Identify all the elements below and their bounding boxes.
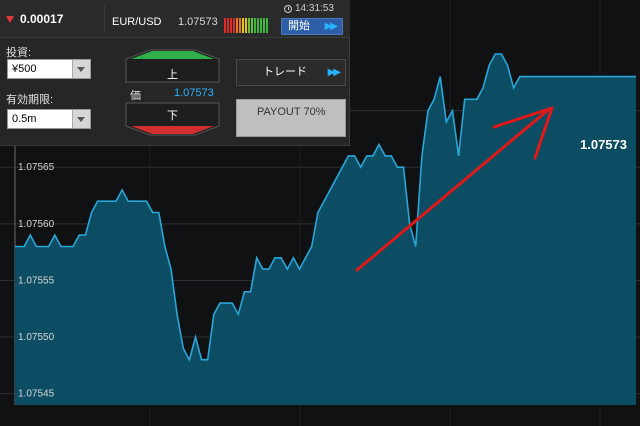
current-price-label: 1.07573 <box>580 137 627 152</box>
strength-bar <box>260 18 262 33</box>
down-button[interactable]: 下 <box>124 102 221 136</box>
strength-bar <box>242 18 244 33</box>
strength-bar <box>230 18 232 33</box>
strength-bar <box>227 18 229 33</box>
strength-bar <box>251 18 253 33</box>
y-tick-label: 1.07560 <box>18 219 55 230</box>
strength-bar <box>236 18 238 33</box>
strength-bar <box>245 18 247 33</box>
price-label: 価 <box>130 90 141 102</box>
currency-pair[interactable]: EUR/USD <box>112 16 162 28</box>
strength-bar <box>263 18 265 33</box>
clock-icon <box>284 4 292 13</box>
strength-bar <box>224 18 226 33</box>
strength-bar <box>248 18 250 33</box>
chevron-down-icon[interactable] <box>72 110 90 128</box>
y-tick-label: 1.07545 <box>18 389 55 400</box>
current-rate: 1.07573 <box>178 16 218 28</box>
start-button[interactable]: 開始 ▶▶ <box>281 18 343 35</box>
price-value: 1.07573 <box>174 87 214 99</box>
investment-value: ¥500 <box>12 63 37 75</box>
investment-select[interactable]: ¥500 <box>7 59 91 79</box>
double-chevron-right-icon: ▶▶ <box>324 21 338 32</box>
ticker-bar: 0.00017 EUR/USD 1.07573 14:31:53 開始 ▶▶ <box>0 0 350 38</box>
signal-strength-bars <box>224 18 268 33</box>
clock-time: 14:31:53 <box>295 3 334 14</box>
up-button-label: 上 <box>167 69 178 81</box>
price-change: 0.00017 <box>6 12 63 26</box>
clock: 14:31:53 <box>284 3 334 14</box>
strength-bar <box>266 18 268 33</box>
payout-label: PAYOUT 70% <box>257 106 326 118</box>
y-tick-label: 1.07565 <box>18 162 55 173</box>
strength-bar <box>233 18 235 33</box>
investment-label: 投資: <box>6 47 32 59</box>
expiry-select[interactable]: 0.5m <box>7 109 91 129</box>
strength-bar <box>254 18 256 33</box>
trade-panel: 0.00017 EUR/USD 1.07573 14:31:53 開始 ▶▶ 投… <box>0 0 350 146</box>
down-arrow-icon <box>6 15 14 23</box>
trade-button[interactable]: トレード ▶▶ <box>236 59 346 86</box>
trade-button-label: トレード <box>263 66 307 78</box>
strength-bar <box>257 18 259 33</box>
down-button-label: 下 <box>167 110 178 122</box>
y-tick-label: 1.07555 <box>18 275 55 286</box>
y-tick-label: 1.07550 <box>18 332 55 343</box>
divider <box>104 6 105 32</box>
double-chevron-right-icon: ▶▶ <box>327 67 341 78</box>
expiry-label: 有効期限: <box>6 94 54 106</box>
expiry-value: 0.5m <box>12 113 37 125</box>
up-button[interactable]: 上 <box>124 49 221 83</box>
payout-button[interactable]: PAYOUT 70% <box>236 99 346 137</box>
start-button-label: 開始 <box>288 20 310 32</box>
strength-bar <box>239 18 241 33</box>
price-change-value: 0.00017 <box>20 12 64 26</box>
chevron-down-icon[interactable] <box>72 60 90 78</box>
